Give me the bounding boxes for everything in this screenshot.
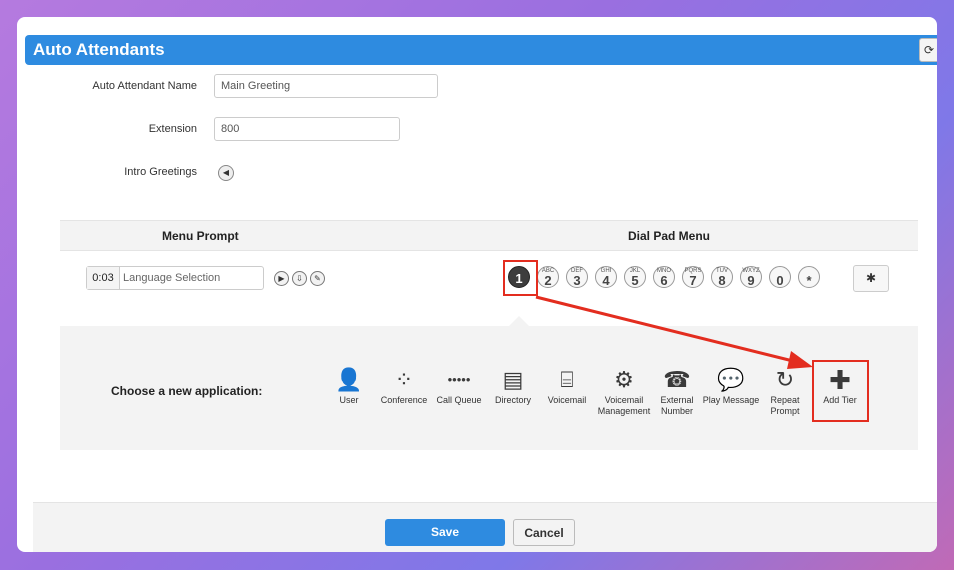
save-button[interactable]: Save xyxy=(385,519,505,546)
cancel-button[interactable]: Cancel xyxy=(513,519,575,546)
auto-attendant-window: Auto Attendants ⟳ Auto Attendant Name Ex… xyxy=(17,17,937,552)
annotation-arrow xyxy=(535,295,813,369)
